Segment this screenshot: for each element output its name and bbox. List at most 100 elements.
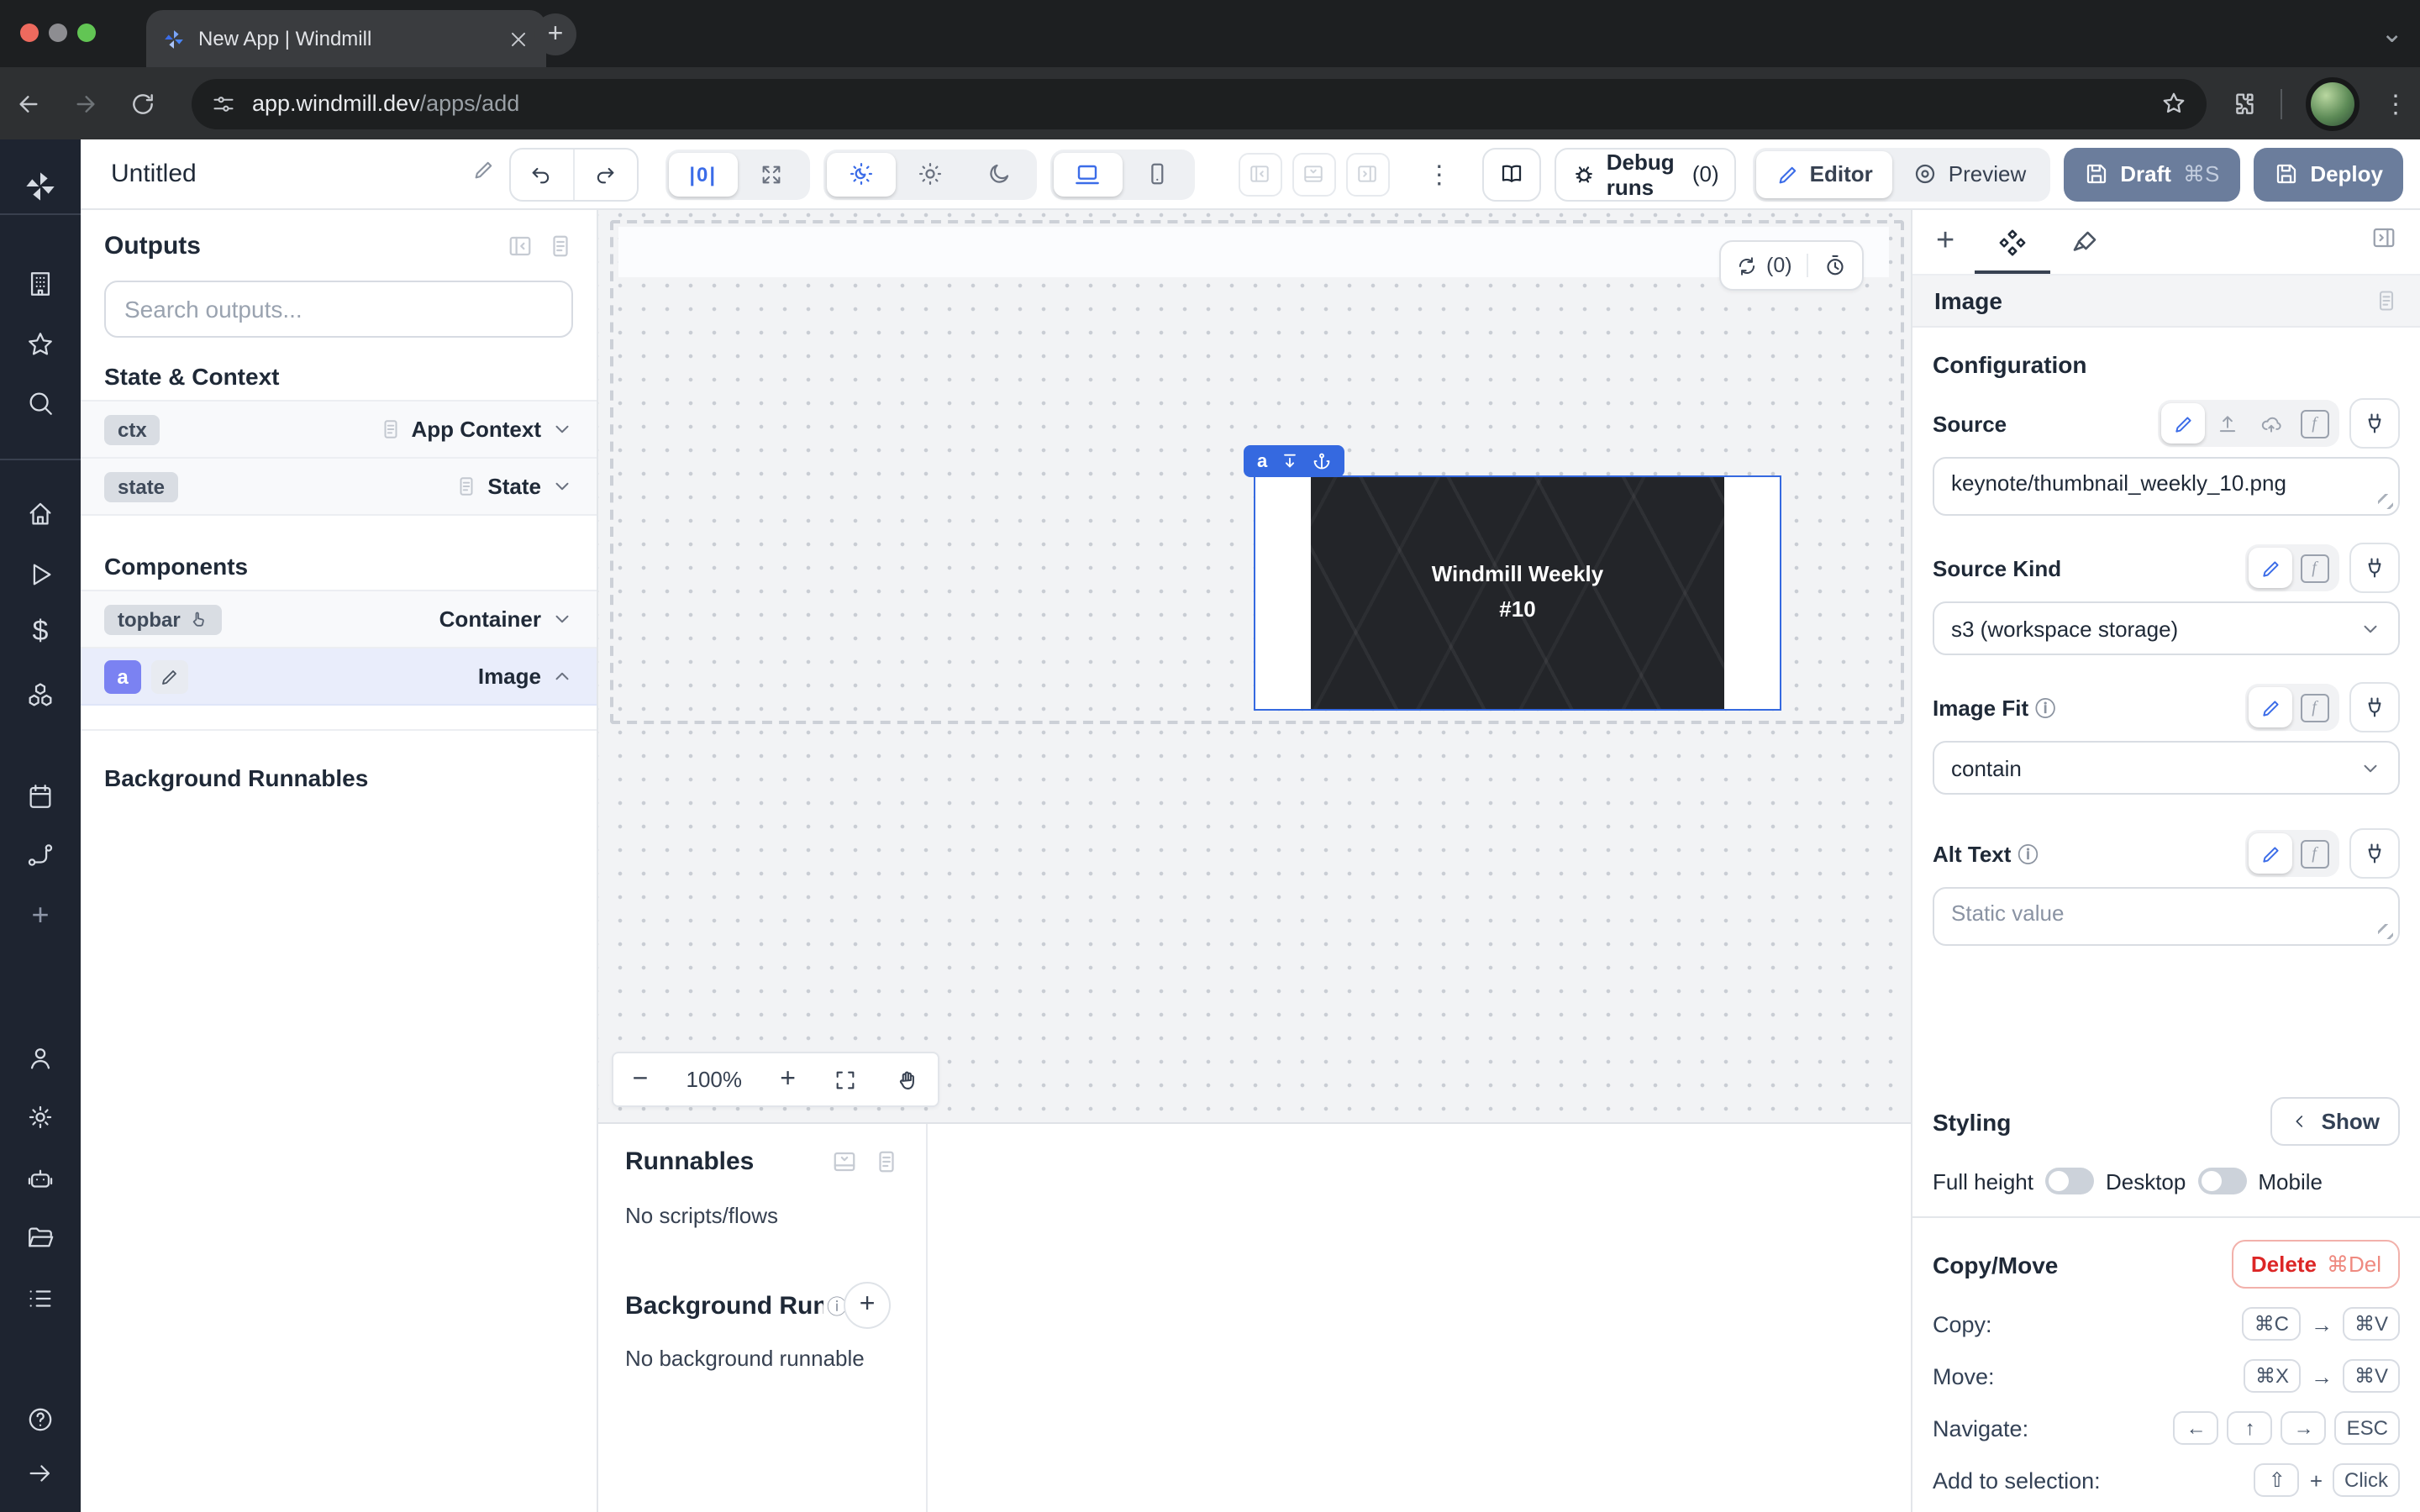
- sidebar-item-runs-icon[interactable]: [26, 560, 55, 589]
- state-badge[interactable]: state: [104, 471, 178, 501]
- search-outputs-input[interactable]: [104, 281, 573, 338]
- docs-button[interactable]: [1482, 147, 1541, 201]
- static-pencil-icon[interactable]: [2249, 687, 2292, 727]
- tab-editor[interactable]: Editor: [1756, 150, 1893, 197]
- close-tab-icon[interactable]: [508, 28, 529, 50]
- sidebar-item-users-icon[interactable]: [26, 1044, 55, 1073]
- show-styling-button[interactable]: Show: [2271, 1097, 2400, 1146]
- collapse-panel-icon[interactable]: [508, 234, 533, 259]
- sidebar-item-schedules-icon[interactable]: [26, 782, 55, 811]
- output-row-topbar[interactable]: topbar Container: [81, 590, 597, 648]
- sidebar-item-workers-icon[interactable]: [26, 1165, 55, 1194]
- full-height-desktop-toggle[interactable]: [2045, 1168, 2094, 1194]
- collapse-bottom-icon[interactable]: [832, 1149, 857, 1174]
- zoom-in-button[interactable]: +: [780, 1064, 796, 1095]
- toggle-right-panel-icon[interactable]: [1346, 152, 1390, 196]
- sidebar-item-search-icon[interactable]: [26, 389, 55, 417]
- app-title[interactable]: Untitled: [111, 160, 197, 188]
- sidebar-item-workspace-icon[interactable]: [26, 270, 55, 298]
- function-icon[interactable]: f: [2292, 403, 2336, 444]
- function-icon[interactable]: f: [2292, 833, 2336, 874]
- source-kind-select[interactable]: s3 (workspace storage): [1933, 601, 2400, 655]
- pan-hand-icon[interactable]: [895, 1068, 918, 1091]
- topbar-container[interactable]: [618, 227, 1889, 277]
- resize-handle[interactable]: [2378, 494, 2393, 509]
- chevron-down-icon[interactable]: [551, 418, 573, 440]
- connect-plug-icon[interactable]: [2349, 828, 2400, 879]
- static-pencil-icon[interactable]: [2249, 833, 2292, 874]
- browser-menu-icon[interactable]: ⋮: [2383, 88, 2408, 118]
- zoom-out-button[interactable]: −: [633, 1064, 649, 1095]
- maximize-window-button[interactable]: [77, 24, 96, 42]
- delete-component-button[interactable]: Delete ⌘Del: [2233, 1240, 2400, 1289]
- docs-panel-icon[interactable]: [548, 234, 573, 259]
- alt-text-input[interactable]: [1951, 900, 2381, 927]
- sidebar-item-favorites-icon[interactable]: [26, 330, 55, 359]
- connect-plug-icon[interactable]: [2349, 543, 2400, 593]
- static-pencil-icon[interactable]: [2161, 403, 2205, 444]
- chevron-down-icon[interactable]: [551, 475, 573, 497]
- windmill-logo-icon[interactable]: [24, 170, 57, 203]
- forward-icon[interactable]: [57, 90, 114, 117]
- browser-tab[interactable]: New App | Windmill: [146, 10, 546, 67]
- undo-button[interactable]: [511, 149, 573, 199]
- center-layout-button[interactable]: |0|: [669, 152, 738, 196]
- function-icon[interactable]: f: [2292, 687, 2336, 727]
- output-row-state[interactable]: state State: [81, 459, 597, 516]
- redo-button[interactable]: [573, 149, 637, 199]
- site-settings-icon[interactable]: [212, 92, 235, 115]
- sidebar-item-resources-icon[interactable]: [26, 681, 55, 710]
- full-width-layout-button[interactable]: [738, 152, 807, 196]
- deploy-button[interactable]: Deploy: [2253, 147, 2403, 201]
- profile-avatar[interactable]: [2306, 76, 2360, 130]
- back-icon[interactable]: [0, 90, 57, 117]
- collapse-right-panel-icon[interactable]: [2371, 225, 2396, 259]
- selected-component-pill[interactable]: a: [1244, 445, 1344, 477]
- reload-icon[interactable]: [114, 90, 171, 117]
- chevron-up-icon[interactable]: [551, 665, 573, 687]
- output-row-ctx[interactable]: ctx App Context: [81, 400, 597, 459]
- docs-icon[interactable]: [2375, 289, 2398, 312]
- sidebar-item-logs-icon[interactable]: [26, 1284, 55, 1313]
- sidebar-item-folders-icon[interactable]: [26, 1224, 55, 1252]
- add-background-runnable-button[interactable]: +: [844, 1282, 891, 1329]
- sidebar-item-flows-icon[interactable]: [26, 841, 55, 869]
- expand-height-icon[interactable]: [1281, 452, 1299, 470]
- tab-insert-component[interactable]: +: [1936, 210, 1954, 274]
- tab-global-styling[interactable]: [2070, 210, 2099, 274]
- function-icon[interactable]: f: [2292, 548, 2336, 588]
- full-height-mobile-toggle[interactable]: [2197, 1168, 2246, 1194]
- resize-handle[interactable]: [2378, 924, 2393, 939]
- image-component-selected[interactable]: Windmill Weekly #10: [1254, 475, 1781, 711]
- history-button[interactable]: [1807, 254, 1863, 277]
- anchor-icon[interactable]: [1313, 452, 1331, 470]
- mobile-view-button[interactable]: [1123, 152, 1192, 196]
- debug-runs-button[interactable]: Debug runs (0): [1555, 147, 1736, 201]
- edit-id-pencil-icon[interactable]: [151, 659, 188, 693]
- rename-pencil-icon[interactable]: [472, 158, 496, 190]
- image-fit-select[interactable]: contain: [1933, 741, 2400, 795]
- bookmark-star-icon[interactable]: [2161, 91, 2186, 116]
- topbar-badge[interactable]: topbar: [104, 604, 223, 634]
- new-tab-button[interactable]: +: [534, 13, 576, 55]
- address-bar[interactable]: app.windmill.dev/apps/add: [192, 78, 2207, 129]
- minimize-window-button[interactable]: [49, 24, 67, 42]
- docs-panel-icon[interactable]: [874, 1149, 899, 1174]
- source-input[interactable]: keynote/thumbnail_weekly_10.png: [1951, 470, 2381, 497]
- draft-button[interactable]: Draft ⌘S: [2063, 147, 2239, 201]
- tab-component-settings[interactable]: [1998, 210, 2027, 274]
- sidebar-item-variables-icon[interactable]: $: [33, 615, 49, 648]
- component-a-badge[interactable]: a: [104, 659, 141, 693]
- tab-search-chevron-icon[interactable]: ⌄: [2381, 17, 2403, 50]
- extensions-puzzle-icon[interactable]: [2230, 90, 2257, 117]
- cloud-upload-icon[interactable]: [2249, 403, 2292, 444]
- toggle-bottom-panel-icon[interactable]: [1292, 152, 1336, 196]
- sidebar-item-settings-icon[interactable]: [26, 1103, 55, 1131]
- sidebar-collapse-arrow-icon[interactable]: [26, 1459, 55, 1488]
- more-options-icon[interactable]: ⋮: [1427, 159, 1452, 189]
- theme-light-button[interactable]: [896, 152, 965, 196]
- sidebar-item-help-icon[interactable]: [26, 1405, 55, 1434]
- upload-icon[interactable]: [2205, 403, 2249, 444]
- static-pencil-icon[interactable]: [2249, 548, 2292, 588]
- desktop-view-button[interactable]: [1054, 152, 1123, 196]
